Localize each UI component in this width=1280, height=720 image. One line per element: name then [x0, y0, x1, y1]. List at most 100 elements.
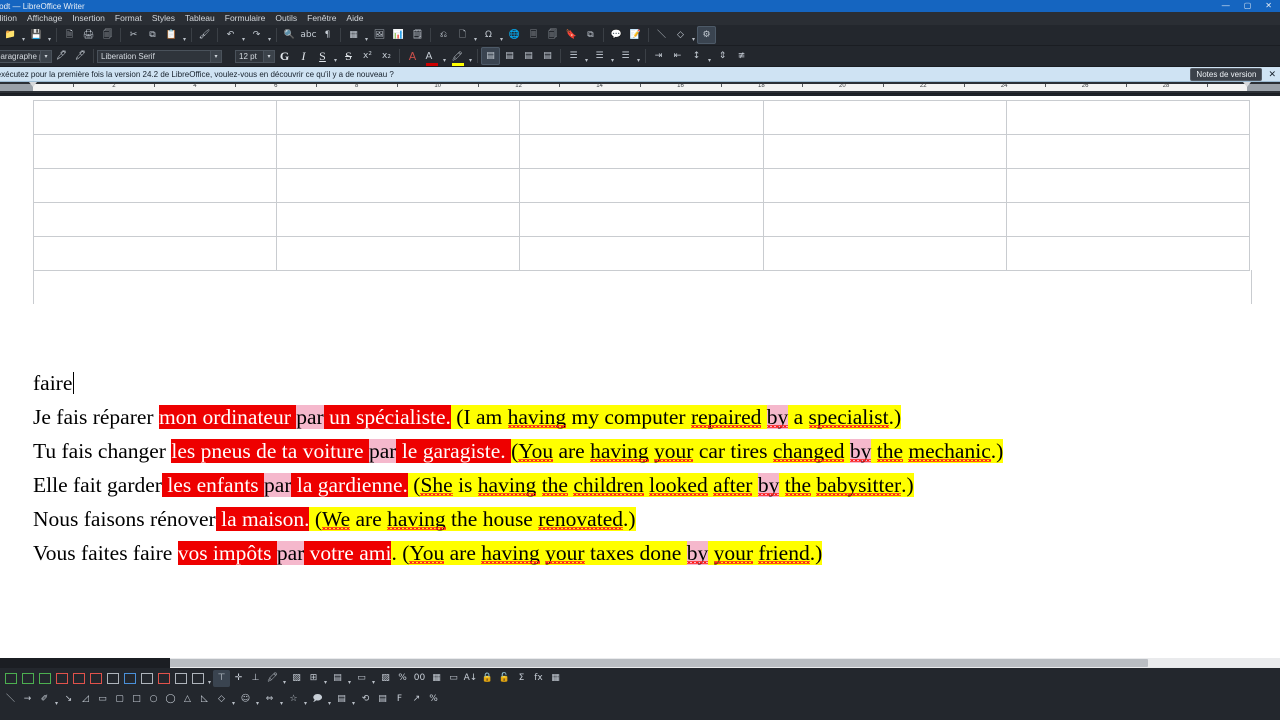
- right-triangle-icon[interactable]: ◺: [196, 691, 213, 708]
- cross-reference-icon[interactable]: ⧉: [581, 26, 600, 44]
- menu-item-edition[interactable]: Édition: [0, 12, 22, 25]
- spelling-icon[interactable]: abc: [299, 26, 318, 44]
- polygon-icon[interactable]: ◿: [77, 691, 94, 708]
- chevron-down-icon[interactable]: ▾: [263, 50, 274, 62]
- border-color-icon[interactable]: ▭: [353, 670, 370, 687]
- scrollbar-thumb[interactable]: [68, 659, 1148, 667]
- special-character-dropdown[interactable]: ▾: [498, 25, 505, 45]
- insert-column-before-icon[interactable]: [36, 670, 53, 687]
- stars-dropdown[interactable]: ▾: [302, 689, 309, 710]
- autoformat-icon[interactable]: ▨: [377, 670, 394, 687]
- line-1[interactable]: Je fais réparer mon ordinateur par un sp…: [33, 400, 1250, 434]
- bookmark-icon[interactable]: 🔖: [562, 26, 581, 44]
- chevron-down-icon[interactable]: ▾: [40, 50, 51, 62]
- table-cell[interactable]: [32, 236, 278, 271]
- ordered-list-icon[interactable]: ☰: [590, 47, 609, 65]
- horizontal-ruler[interactable]: 2 4 6 8 10 12 14 16 18 20 22 24 26 28: [0, 82, 1280, 94]
- symbol-shapes-icon[interactable]: ☺: [237, 691, 254, 708]
- print-icon[interactable]: 🖨: [79, 26, 98, 44]
- callout-shapes-dropdown[interactable]: ▾: [326, 689, 333, 710]
- line-ends-arrow-icon[interactable]: →: [19, 691, 36, 708]
- line-4[interactable]: Nous faisons rénover la maison. (We are …: [33, 502, 1250, 536]
- line-3[interactable]: Elle fait garder les enfants par la gard…: [33, 468, 1250, 502]
- unprotect-cells-icon[interactable]: 🔓: [496, 670, 513, 687]
- document-text[interactable]: faire Je fais réparer mon ordinateur par …: [33, 366, 1250, 570]
- square-icon[interactable]: □: [128, 691, 145, 708]
- basic-shapes-icon[interactable]: ◇: [213, 691, 230, 708]
- circle-icon[interactable]: ◯: [162, 691, 179, 708]
- rotate-icon[interactable]: ⟲: [357, 691, 374, 708]
- clone-formatting-icon[interactable]: 🖌: [195, 26, 214, 44]
- update-style-icon[interactable]: 🖋: [52, 47, 71, 65]
- border-color-dropdown[interactable]: ▾: [370, 668, 377, 689]
- new-style-icon[interactable]: 🖊: [71, 47, 90, 65]
- table-cell[interactable]: [519, 134, 764, 169]
- table-cell[interactable]: [1005, 134, 1251, 169]
- export-pdf-icon[interactable]: 🗎: [60, 26, 79, 44]
- redo-dropdown[interactable]: ▾: [266, 25, 273, 45]
- increase-indent-icon[interactable]: ⇥: [649, 47, 668, 65]
- superscript-button[interactable]: x²: [358, 47, 377, 65]
- block-arrows-icon[interactable]: ⇔: [261, 691, 278, 708]
- strikethrough-button[interactable]: S: [339, 47, 358, 65]
- save-icon[interactable]: 💾: [27, 26, 46, 44]
- insert-image-icon[interactable]: 🖼: [370, 26, 389, 44]
- border-style-dropdown[interactable]: ▾: [346, 668, 353, 689]
- merge-cells-icon[interactable]: [138, 670, 155, 687]
- table-row[interactable]: [32, 168, 1251, 203]
- sort-icon[interactable]: A↓: [462, 670, 479, 687]
- close-button[interactable]: ✕: [1265, 0, 1272, 12]
- table-row[interactable]: [32, 100, 1251, 135]
- highlight-color-icon[interactable]: 🖍: [448, 47, 467, 66]
- font-color-icon[interactable]: A: [422, 47, 441, 66]
- indent-marker-right[interactable]: [1243, 82, 1251, 87]
- delete-column-icon[interactable]: [70, 670, 87, 687]
- paragraph-style-combo[interactable]: paragraphe par déf ▾: [0, 49, 52, 63]
- freeform-line-dropdown[interactable]: ▾: [53, 689, 60, 710]
- chevron-down-icon[interactable]: ▾: [210, 50, 221, 62]
- table-row[interactable]: [32, 134, 1251, 169]
- align-center-vertical-icon[interactable]: ✛: [230, 670, 247, 687]
- menu-item-formulaire[interactable]: Formulaire: [220, 12, 271, 25]
- paste-icon[interactable]: 📋: [162, 26, 181, 44]
- table-cell[interactable]: [32, 202, 278, 237]
- maximize-button[interactable]: ▢: [1244, 0, 1252, 12]
- sum-icon[interactable]: Σ: [513, 670, 530, 687]
- insert-line-icon[interactable]: ＼: [652, 26, 671, 44]
- insert-special-icon[interactable]: ≢: [732, 47, 751, 65]
- font-color-dropdown[interactable]: ▾: [441, 46, 448, 66]
- insert-table-icon[interactable]: ▦: [344, 26, 363, 44]
- line-spacing-dropdown[interactable]: ▾: [706, 46, 713, 66]
- print-preview-icon[interactable]: 🗐: [98, 26, 117, 44]
- freeform-line-icon[interactable]: ✐: [36, 691, 53, 708]
- bold-button[interactable]: G: [275, 47, 294, 65]
- table-cell[interactable]: [1005, 202, 1251, 237]
- cut-icon[interactable]: ✂: [124, 26, 143, 44]
- subscript-button[interactable]: x₂: [377, 47, 396, 65]
- release-notes-button[interactable]: Notes de version: [1190, 67, 1263, 81]
- table-cell[interactable]: [762, 168, 1007, 203]
- basic-shapes-dropdown[interactable]: ▾: [230, 689, 237, 710]
- clear-formatting-icon[interactable]: A: [403, 47, 422, 65]
- align-center-button[interactable]: ▤: [500, 47, 519, 65]
- menu-item-fenetre[interactable]: Fenêtre: [302, 12, 341, 25]
- menu-item-outils[interactable]: Outils: [270, 12, 302, 25]
- rounded-rectangle-icon[interactable]: ▢: [111, 691, 128, 708]
- indent-marker-left[interactable]: [29, 82, 37, 87]
- align-right-button[interactable]: ▤: [519, 47, 538, 65]
- align-top-icon[interactable]: ⊤: [213, 670, 230, 687]
- outline-list-dropdown[interactable]: ▾: [635, 46, 642, 66]
- line-spacing-icon[interactable]: ↕: [687, 47, 706, 65]
- track-changes-icon[interactable]: 📝: [626, 26, 645, 44]
- fontwork-icon[interactable]: F: [391, 691, 408, 708]
- line-5[interactable]: Vous faites faire vos impôts par votre a…: [33, 536, 1250, 570]
- table-cell-text[interactable]: faire: [33, 366, 1250, 400]
- triangle-icon[interactable]: △: [179, 691, 196, 708]
- table-cell[interactable]: [276, 202, 521, 237]
- insert-chart-icon[interactable]: 📊: [389, 26, 408, 44]
- table-cell[interactable]: [1005, 236, 1251, 271]
- insert-text-box-icon[interactable]: 🗒: [408, 26, 427, 44]
- menu-item-aide[interactable]: Aide: [341, 12, 368, 25]
- insert-field-dropdown[interactable]: ▾: [472, 25, 479, 45]
- table-cell[interactable]: [519, 168, 764, 203]
